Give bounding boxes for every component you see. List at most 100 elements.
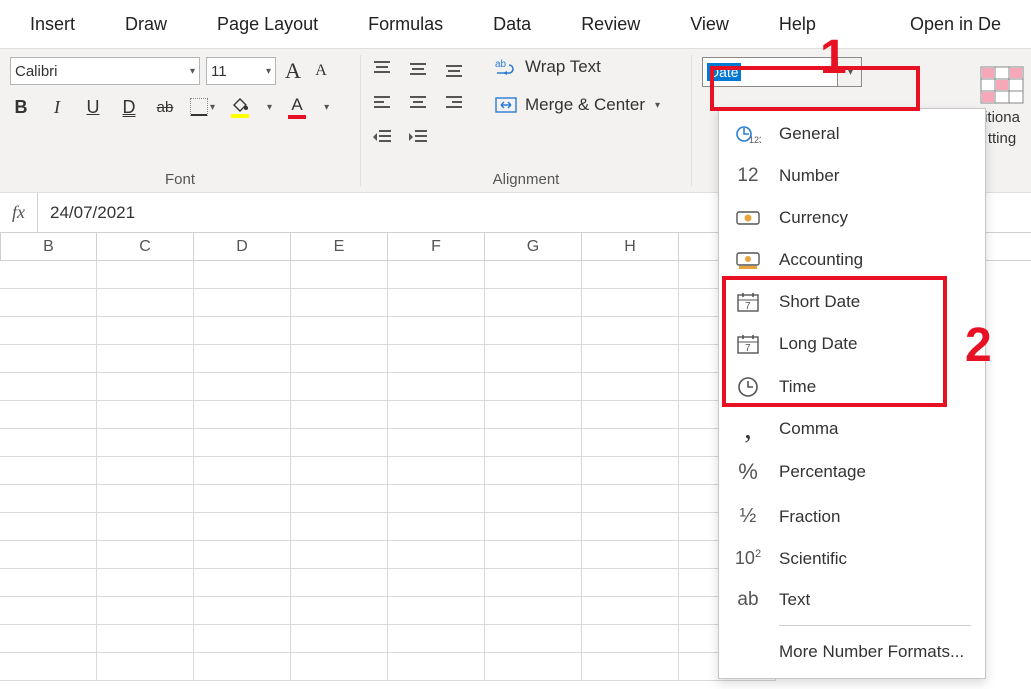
- cell[interactable]: [0, 541, 97, 569]
- cell[interactable]: [388, 401, 485, 429]
- cell[interactable]: [485, 457, 582, 485]
- cell[interactable]: [194, 541, 291, 569]
- cell[interactable]: [97, 401, 194, 429]
- cell[interactable]: [97, 625, 194, 653]
- menu-review[interactable]: Review: [561, 6, 660, 43]
- cell[interactable]: [0, 625, 97, 653]
- cell[interactable]: [485, 289, 582, 317]
- menu-formulas[interactable]: Formulas: [348, 6, 463, 43]
- cell[interactable]: [97, 597, 194, 625]
- cell[interactable]: [291, 401, 388, 429]
- cell[interactable]: [0, 289, 97, 317]
- cell[interactable]: [97, 653, 194, 681]
- cell[interactable]: [97, 457, 194, 485]
- cell[interactable]: [485, 401, 582, 429]
- cell[interactable]: [485, 373, 582, 401]
- font-name-select[interactable]: Calibri ▾: [10, 57, 200, 85]
- italic-button[interactable]: I: [46, 95, 68, 119]
- column-header[interactable]: H: [582, 233, 679, 260]
- cell[interactable]: [194, 653, 291, 681]
- cell[interactable]: [291, 513, 388, 541]
- column-header[interactable]: F: [388, 233, 485, 260]
- cell[interactable]: [194, 597, 291, 625]
- merge-center-button[interactable]: Merge & Center ▾: [495, 95, 660, 115]
- menu-view[interactable]: View: [670, 6, 749, 43]
- format-option-accounting[interactable]: Accounting: [719, 239, 985, 281]
- cell[interactable]: [388, 261, 485, 289]
- bold-button[interactable]: B: [10, 95, 32, 119]
- format-option-shortdate[interactable]: 7Short Date: [719, 281, 985, 323]
- cell[interactable]: [291, 625, 388, 653]
- cell[interactable]: [0, 457, 97, 485]
- cell[interactable]: [582, 541, 679, 569]
- cell[interactable]: [291, 317, 388, 345]
- format-option-scientific[interactable]: 102Scientific: [719, 538, 985, 579]
- menu-draw[interactable]: Draw: [105, 6, 187, 43]
- column-header[interactable]: G: [485, 233, 582, 260]
- format-option-currency[interactable]: Currency: [719, 197, 985, 239]
- cell[interactable]: [97, 317, 194, 345]
- menu-data[interactable]: Data: [473, 6, 551, 43]
- font-color-button[interactable]: A: [286, 95, 308, 119]
- cell[interactable]: [194, 457, 291, 485]
- cell[interactable]: [0, 569, 97, 597]
- cell[interactable]: [291, 541, 388, 569]
- cell[interactable]: [97, 289, 194, 317]
- cell[interactable]: [97, 261, 194, 289]
- cell[interactable]: [291, 597, 388, 625]
- cell[interactable]: [485, 345, 582, 373]
- cell[interactable]: [582, 485, 679, 513]
- align-right-button[interactable]: [443, 91, 465, 115]
- increase-indent-button[interactable]: [407, 125, 429, 149]
- chevron-down-icon[interactable]: ▾: [324, 102, 329, 113]
- cell[interactable]: [194, 429, 291, 457]
- cell[interactable]: [0, 345, 97, 373]
- cell[interactable]: [97, 485, 194, 513]
- menu-insert[interactable]: Insert: [10, 6, 95, 43]
- grow-font-button[interactable]: A: [282, 59, 304, 83]
- cell[interactable]: [388, 569, 485, 597]
- column-header[interactable]: E: [291, 233, 388, 260]
- cell[interactable]: [388, 541, 485, 569]
- menu-open-in-desktop[interactable]: Open in De: [890, 6, 1021, 43]
- cell[interactable]: [194, 625, 291, 653]
- cell[interactable]: [194, 485, 291, 513]
- cell[interactable]: [0, 513, 97, 541]
- cell[interactable]: [485, 513, 582, 541]
- align-center-button[interactable]: [407, 91, 429, 115]
- decrease-indent-button[interactable]: [371, 125, 393, 149]
- cell[interactable]: [194, 569, 291, 597]
- cell[interactable]: [582, 373, 679, 401]
- format-option-time[interactable]: Time: [719, 365, 985, 409]
- fill-color-button[interactable]: [229, 95, 251, 119]
- cell[interactable]: [582, 513, 679, 541]
- cell[interactable]: [388, 429, 485, 457]
- cell[interactable]: [485, 653, 582, 681]
- double-underline-button[interactable]: D: [118, 95, 140, 119]
- shrink-font-button[interactable]: A: [310, 59, 332, 83]
- cell[interactable]: [0, 653, 97, 681]
- format-option-longdate[interactable]: 7Long Date: [719, 323, 985, 365]
- cell[interactable]: [291, 345, 388, 373]
- cell[interactable]: [194, 289, 291, 317]
- cell[interactable]: [388, 345, 485, 373]
- cell[interactable]: [194, 345, 291, 373]
- cell[interactable]: [388, 597, 485, 625]
- cell[interactable]: [485, 317, 582, 345]
- cell[interactable]: [388, 457, 485, 485]
- cell[interactable]: [582, 317, 679, 345]
- cell[interactable]: [0, 317, 97, 345]
- cell[interactable]: [194, 373, 291, 401]
- cell[interactable]: [582, 653, 679, 681]
- cell[interactable]: [485, 597, 582, 625]
- more-number-formats[interactable]: More Number Formats...: [719, 630, 985, 674]
- cell[interactable]: [291, 289, 388, 317]
- cell[interactable]: [291, 653, 388, 681]
- cell[interactable]: [388, 625, 485, 653]
- cell[interactable]: [388, 513, 485, 541]
- cell[interactable]: [97, 513, 194, 541]
- format-option-percentage[interactable]: %Percentage: [719, 449, 985, 495]
- column-header[interactable]: B: [0, 233, 97, 260]
- cell[interactable]: [582, 401, 679, 429]
- chevron-down-icon[interactable]: ▾: [267, 102, 272, 113]
